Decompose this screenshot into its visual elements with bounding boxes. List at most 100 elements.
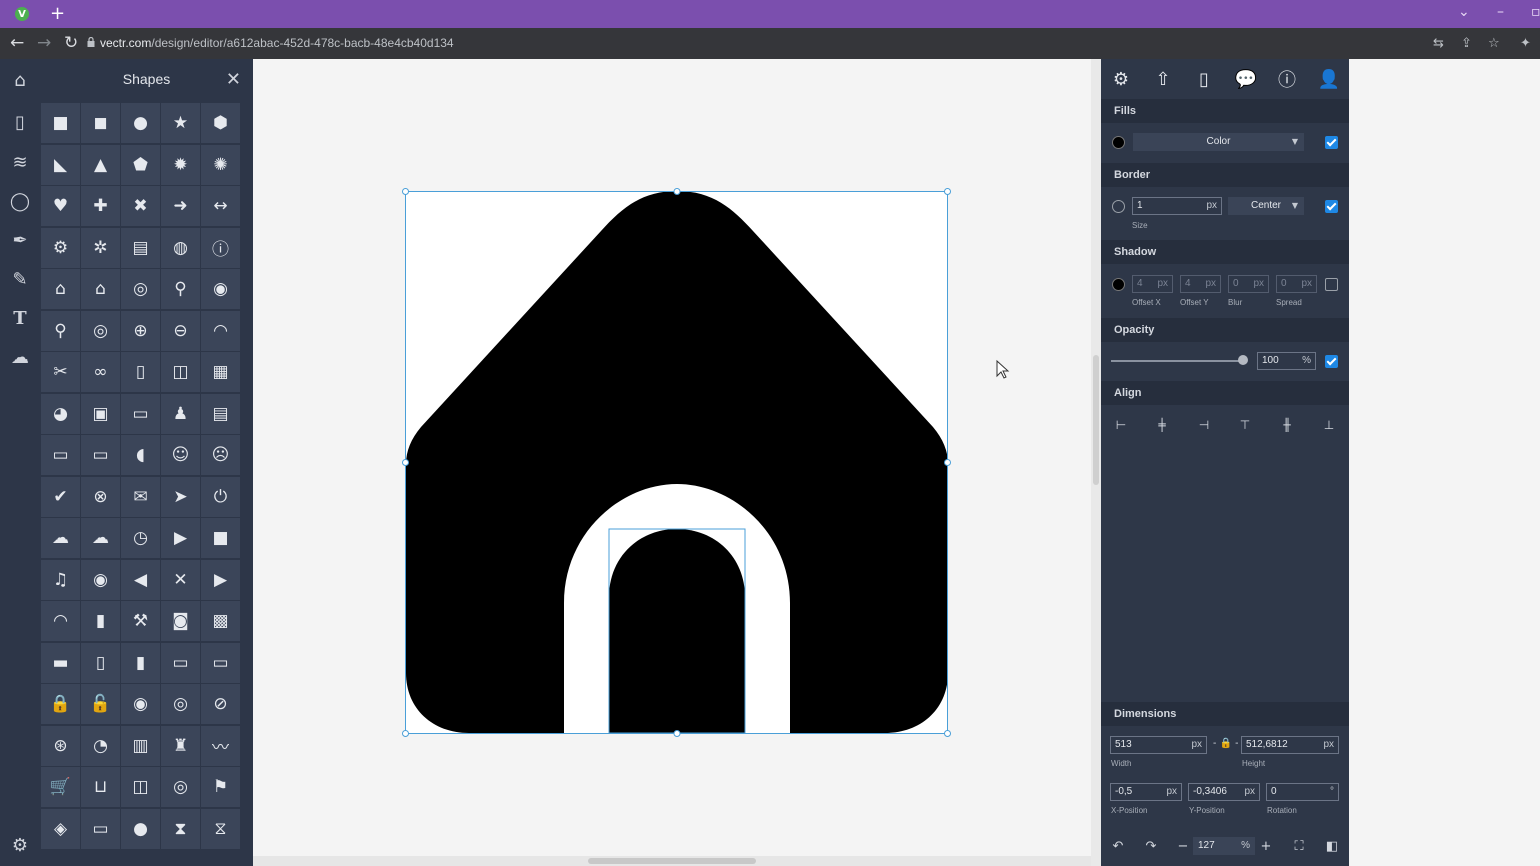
speech-icon[interactable]: ◖ (121, 435, 160, 475)
url-field[interactable]: vectr.com/design/editor/a612abac-452d-47… (100, 36, 454, 50)
pentagon-icon[interactable]: ⬟ (121, 144, 160, 185)
hierarchy-icon[interactable]: ♜ (161, 725, 200, 766)
calendar-icon[interactable]: ▦ (201, 352, 240, 392)
gear-icon[interactable]: ⚙ (41, 227, 80, 268)
pie-chart-icon[interactable]: ◔ (81, 725, 120, 766)
reload-icon[interactable]: ↻ (64, 33, 78, 53)
camera-icon[interactable]: ◙ (161, 601, 200, 641)
location-pin-icon[interactable]: ⚲ (161, 269, 200, 309)
border-color-swatch[interactable] (1112, 200, 1125, 213)
lock-aspect-ratio[interactable]: - 🔒 - (1213, 738, 1239, 749)
user-card-icon[interactable]: ▣ (81, 393, 120, 434)
pen-tool-icon[interactable]: ✒ (9, 229, 31, 251)
globe-search-icon[interactable]: ◎ (81, 310, 120, 351)
upload-cloud-icon[interactable]: ☁ (9, 346, 31, 368)
eye-off-icon[interactable]: ⊘ (201, 684, 240, 724)
file-search-icon[interactable]: ▯ (121, 352, 160, 392)
lock-icon[interactable]: 🔒 (41, 684, 80, 724)
microphone-icon[interactable]: ▮ (81, 601, 120, 641)
hexagon-icon[interactable]: ⬢ (201, 103, 240, 143)
dartboard-icon[interactable]: ◎ (161, 767, 200, 807)
user-circle-icon[interactable]: ◕ (41, 393, 80, 434)
line-chart-icon[interactable]: 〰 (201, 725, 240, 766)
arrow-right-icon[interactable]: ➜ (161, 186, 200, 226)
headphones-icon[interactable]: ◠ (41, 601, 80, 641)
wrench-icon[interactable]: ⚒ (121, 601, 160, 641)
right-triangle-icon[interactable]: ◣ (41, 144, 80, 185)
check-circle-icon[interactable]: ✔ (41, 476, 80, 517)
align-top-icon[interactable]: ⊤ (1237, 417, 1253, 433)
arrow-both-icon[interactable]: ↔ (201, 186, 240, 226)
shadow-offset-y-input[interactable]: 4 px (1180, 275, 1221, 293)
power-icon[interactable]: ⏻ (201, 476, 240, 517)
toggle-panel-icon[interactable]: ◧ (1324, 838, 1340, 854)
fill-type-select[interactable]: Color ▼ (1133, 133, 1304, 151)
text-tool-icon[interactable]: T (9, 307, 31, 329)
volume-circle-icon[interactable]: ◉ (81, 559, 120, 600)
y-position-input[interactable]: -0,3406 px (1188, 783, 1260, 801)
square-icon[interactable]: ■ (41, 103, 80, 143)
horizontal-scroll-thumb[interactable] (588, 858, 756, 864)
forward-icon[interactable]: → (37, 33, 51, 53)
opacity-slider-track[interactable] (1111, 360, 1245, 362)
maximize-icon[interactable]: ▫ (1531, 4, 1540, 20)
sad-icon[interactable]: ☹ (201, 435, 240, 475)
speed-badge-icon[interactable]: ◈ (41, 808, 80, 849)
rounded-square-icon[interactable]: ◼ (81, 103, 120, 143)
pages-icon[interactable]: ▯ (9, 111, 31, 133)
document-icon[interactable]: ▤ (121, 227, 160, 268)
notes-icon[interactable]: ▤ (201, 393, 240, 434)
tablet-icon[interactable]: ▮ (121, 642, 160, 683)
mute-icon[interactable]: ✕ (161, 559, 200, 600)
align-middle-vertical-icon[interactable]: ╫ (1279, 417, 1295, 433)
send-icon[interactable]: ➤ (161, 476, 200, 517)
door-shape[interactable] (609, 529, 745, 733)
close-circle-icon[interactable]: ⊗ (81, 476, 120, 517)
video-icon[interactable]: ▶ (201, 559, 240, 600)
browser-tab[interactable]: V (4, 0, 40, 28)
link-icon[interactable]: ∞ (81, 352, 120, 392)
laptop-icon[interactable]: ▭ (201, 642, 240, 683)
fit-to-screen-icon[interactable]: ⛶ (1291, 838, 1307, 854)
gift-icon[interactable]: ◫ (121, 767, 160, 807)
x-position-input[interactable]: -0,5 px (1110, 783, 1182, 801)
eye-icon[interactable]: ◉ (121, 684, 160, 724)
opacity-slider-knob[interactable] (1238, 355, 1248, 365)
border-enabled-checkbox[interactable] (1325, 200, 1338, 213)
extensions-icon[interactable]: ✦ (1520, 36, 1531, 51)
stop-icon[interactable]: ■ (201, 518, 240, 558)
minimize-icon[interactable]: – (1497, 4, 1504, 20)
tutorial-icon[interactable]: ⚙ (1110, 68, 1132, 90)
moon-icon[interactable]: ● (121, 808, 160, 849)
zoom-input[interactable]: 127% (1193, 837, 1255, 855)
eye-lashes-icon[interactable]: ◎ (161, 684, 200, 724)
export-icon[interactable]: ⇧ (1152, 68, 1174, 90)
magnifier-icon[interactable]: ⚲ (41, 310, 80, 351)
align-bottom-icon[interactable]: ⊥ (1321, 417, 1337, 433)
unlock-icon[interactable]: 🔓 (81, 684, 120, 724)
cross-icon[interactable]: ✖ (121, 186, 160, 226)
clock-icon[interactable]: ◷ (121, 518, 160, 558)
cloud-upload-icon[interactable]: ☁ (41, 518, 80, 558)
border-size-input[interactable]: 1 px (1132, 197, 1222, 215)
close-icon[interactable]: ✕ (226, 69, 241, 90)
zoom-in-button[interactable]: + (1258, 838, 1274, 854)
seal-icon[interactable]: ✺ (201, 144, 240, 185)
home-icon[interactable]: ⌂ (9, 69, 31, 91)
home-icon[interactable]: ⌂ (81, 269, 120, 309)
zoom-in-icon[interactable]: ⊕ (121, 310, 160, 351)
pencil-icon[interactable]: ✎ (9, 268, 31, 290)
starburst-icon[interactable]: ✹ (161, 144, 200, 185)
clock-square-icon[interactable]: ◫ (161, 352, 200, 392)
wifi-icon[interactable]: ◠ (201, 310, 240, 351)
bar-chart-icon[interactable]: ▥ (121, 725, 160, 766)
info-icon[interactable]: ⓘ (201, 227, 240, 268)
height-input[interactable]: 512,6812 px (1241, 736, 1339, 754)
tools-icon[interactable]: ✂ (41, 352, 80, 392)
align-left-icon[interactable]: ⊢ (1113, 417, 1129, 433)
id-card-icon[interactable]: ▭ (121, 393, 160, 434)
cart-icon[interactable]: 🛒 (41, 767, 80, 807)
hourglass-empty-icon[interactable]: ⧖ (201, 808, 240, 849)
globe-icon[interactable]: ◎ (121, 269, 160, 309)
circle-icon[interactable]: ● (121, 103, 160, 143)
